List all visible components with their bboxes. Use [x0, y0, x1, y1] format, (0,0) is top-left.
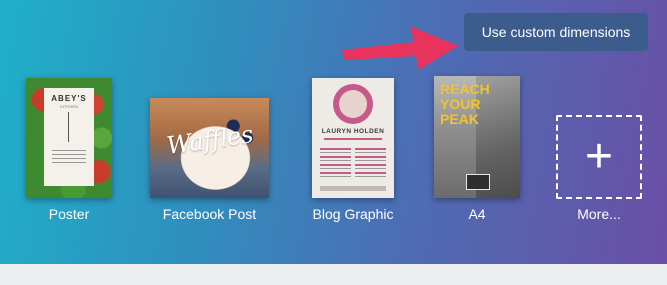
a4-label[interactable]: A4: [434, 206, 520, 222]
blog-portrait: [339, 90, 367, 118]
poster-thumb-title: ABEY'S: [51, 94, 87, 103]
poster-thumb-subtitle: KITCHEN: [60, 104, 78, 109]
a4-template-thumbnail[interactable]: REACH YOUR PEAK: [434, 76, 520, 198]
blog-contact-grid: [320, 148, 386, 180]
page-footer-strip: [0, 264, 667, 285]
poster-template-thumbnail[interactable]: ABEY'S KITCHEN: [26, 78, 112, 198]
facebook-post-label[interactable]: Facebook Post: [150, 206, 269, 222]
poster-divider: [68, 112, 69, 142]
facebook-post-template-thumbnail[interactable]: Waffles: [150, 98, 269, 198]
more-templates-button[interactable]: +: [556, 115, 642, 199]
a4-thumb-title: REACH YOUR PEAK: [440, 81, 490, 127]
plus-icon: +: [584, 130, 614, 183]
poster-text-lines: [52, 150, 86, 166]
facebook-thumb-title: Waffles: [164, 120, 256, 160]
more-label[interactable]: More...: [556, 206, 642, 222]
use-custom-dimensions-button[interactable]: Use custom dimensions: [464, 13, 648, 51]
blog-graphic-label[interactable]: Blog Graphic: [298, 206, 408, 222]
blog-footer-bar: [320, 186, 386, 191]
poster-card: ABEY'S KITCHEN: [44, 88, 94, 186]
blog-divider: [324, 138, 382, 140]
blog-thumb-title: LAURYN HOLDEN: [321, 128, 385, 135]
a4-badge: [466, 174, 490, 190]
design-type-banner: Use custom dimensions ABEY'S KITCHEN Pos…: [0, 0, 667, 264]
blog-graphic-template-thumbnail[interactable]: LAURYN HOLDEN: [312, 78, 394, 198]
pointer-arrow-icon: [342, 26, 458, 70]
poster-label[interactable]: Poster: [26, 206, 112, 222]
